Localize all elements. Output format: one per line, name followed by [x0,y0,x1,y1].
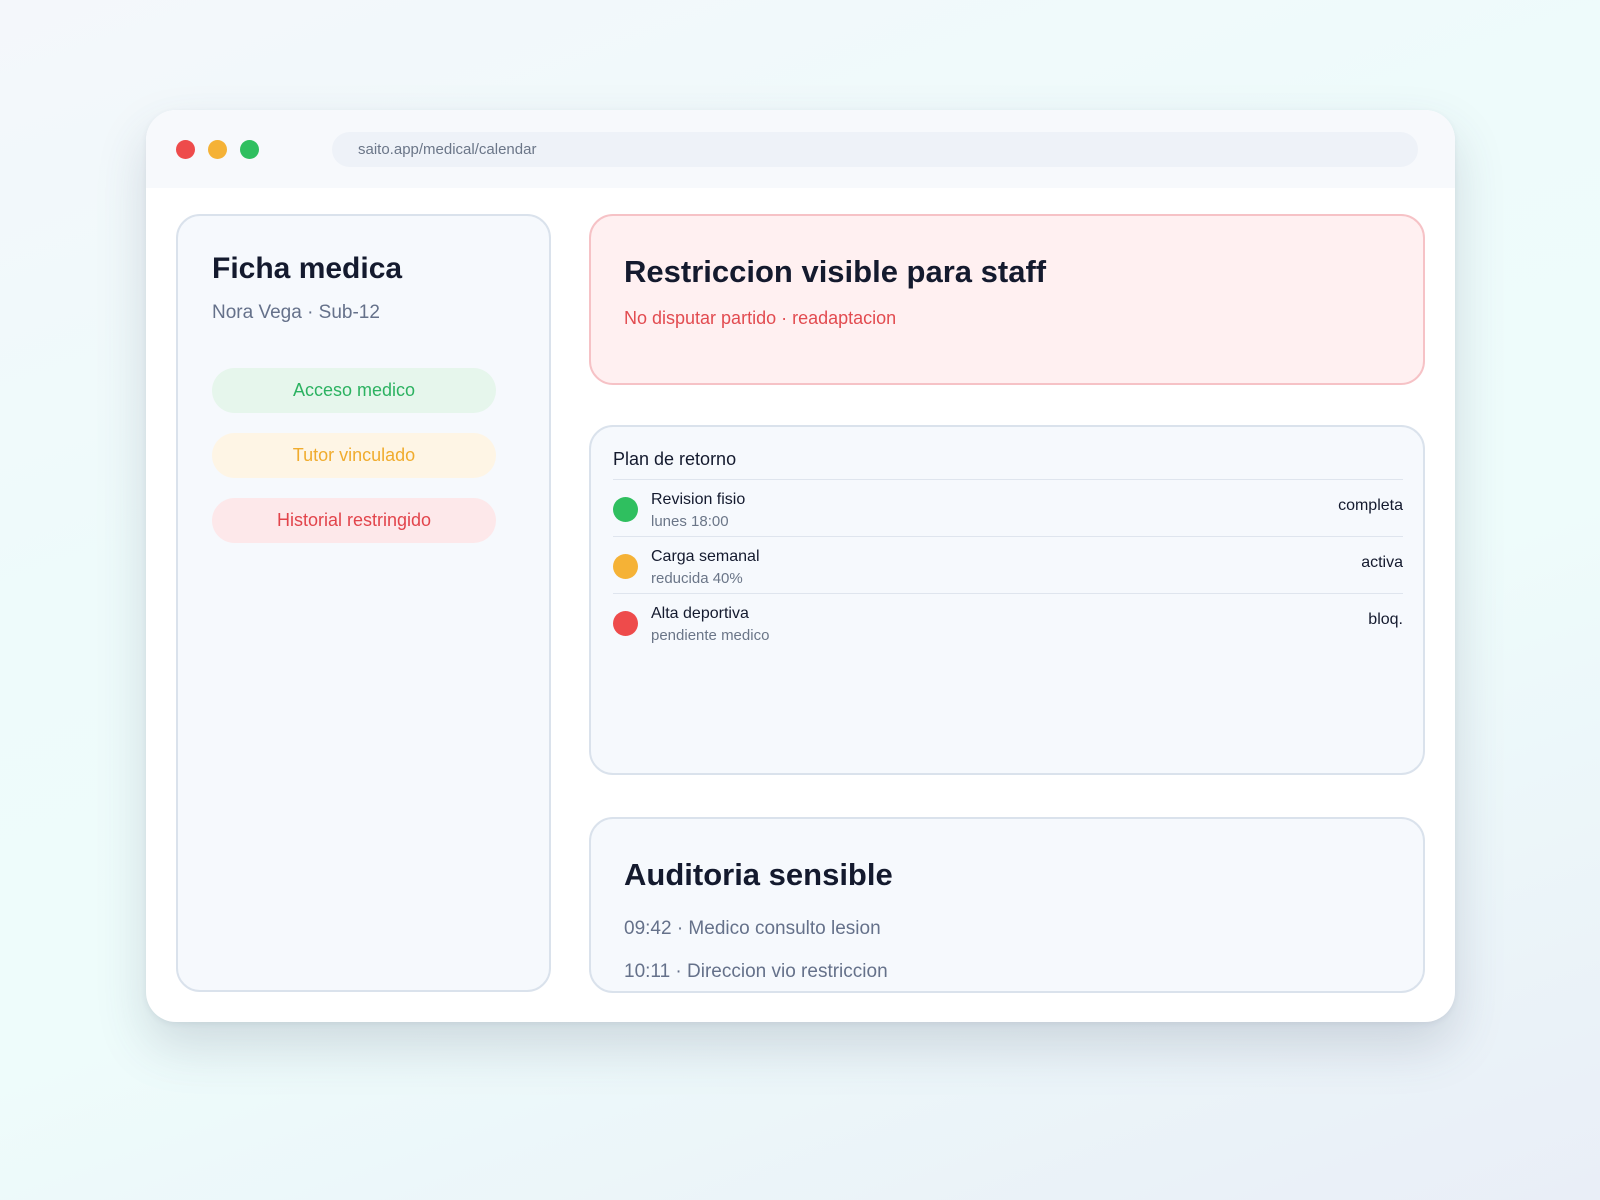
divider [613,479,1403,480]
address-bar[interactable]: saito.app/medical/calendar [332,132,1418,167]
plan-item-status: completa [1338,497,1403,514]
audit-entry: 09:42 · Medico consulto lesion [624,918,881,939]
divider [613,593,1403,594]
plan-item-status: bloq. [1368,611,1403,628]
restriction-alert-card: Restriccion visible para staff No disput… [589,214,1425,385]
plan-item-name: Carga semanal [651,548,760,565]
status-dot-icon [613,611,638,636]
plan-item-name: Alta deportiva [651,605,749,622]
audit-card: Auditoria sensible 09:42 · Medico consul… [589,817,1425,993]
close-window-icon[interactable] [176,140,195,159]
pill-historial-restringido[interactable]: Historial restringido [212,498,496,543]
panel-title: Ficha medica [212,252,403,285]
minimize-window-icon[interactable] [208,140,227,159]
plan-item-detail: pendiente medico [651,627,770,644]
maximize-window-icon[interactable] [240,140,259,159]
patient-subtitle: Nora Vega · Sub-12 [212,302,380,323]
plan-item-detail: lunes 18:00 [651,513,729,530]
browser-window: saito.app/medical/calendar Ficha medica … [146,110,1455,1022]
restriction-detail: No disputar partido · readaptacion [624,308,897,328]
audit-title: Auditoria sensible [624,857,893,892]
restriction-title: Restriccion visible para staff [624,254,1047,289]
browser-titlebar: saito.app/medical/calendar [146,110,1455,188]
status-dot-icon [613,554,638,579]
plan-row[interactable]: Carga semanal reducida 40% activa [613,540,1403,596]
plan-row[interactable]: Revision fisio lunes 18:00 completa [613,483,1403,539]
plan-item-detail: reducida 40% [651,570,743,587]
plan-item-status: activa [1361,554,1403,571]
plan-item-name: Revision fisio [651,491,746,508]
pill-tutor-vinculado[interactable]: Tutor vinculado [212,433,496,478]
audit-entry: 10:11 · Direccion vio restriccion [624,961,888,982]
pill-acceso-medico[interactable]: Acceso medico [212,368,496,413]
plan-row[interactable]: Alta deportiva pendiente medico bloq. [613,597,1403,653]
return-plan-card: Plan de retorno Revision fisio lunes 18:… [589,425,1425,775]
status-dot-icon [613,497,638,522]
plan-title: Plan de retorno [613,449,737,469]
medical-record-panel: Ficha medica Nora Vega · Sub-12 Acceso m… [176,214,551,992]
divider [613,536,1403,537]
